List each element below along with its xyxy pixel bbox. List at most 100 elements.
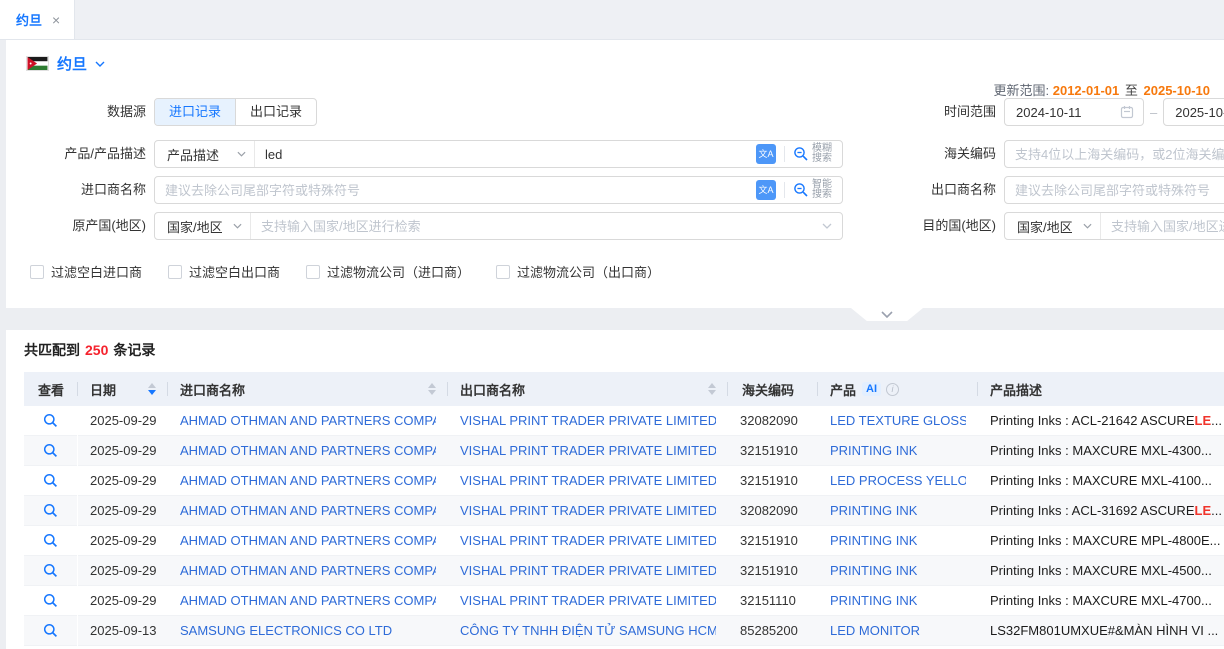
view-magnifier-icon: [43, 593, 58, 608]
product-link[interactable]: LED TEXTURE GLOSS ...: [830, 413, 966, 428]
info-icon[interactable]: i: [886, 383, 899, 396]
table-header: 查看 日期 进口商名称 出口商名称 海关编码 产品 AI i: [24, 372, 1224, 406]
import-records-option[interactable]: 进口记录: [155, 99, 235, 125]
destination-type-select[interactable]: 国家/地区: [1005, 213, 1101, 239]
importer-link[interactable]: AHMAD OTHMAN AND PARTNERS COMPA...: [180, 443, 436, 458]
exporter-link[interactable]: VISHAL PRINT TRADER PRIVATE LIMITED: [460, 443, 716, 458]
sort-control-date[interactable]: [148, 383, 156, 395]
end-date-input[interactable]: 2025-10-10: [1163, 98, 1224, 126]
time-range-label: 时间范围: [826, 98, 996, 126]
importer-link[interactable]: AHMAD OTHMAN AND PARTNERS COMPA...: [180, 413, 436, 428]
chevron-down-icon: [237, 151, 246, 157]
data-source-label: 数据源: [6, 98, 146, 126]
hs-code-cell: 32151910: [728, 526, 818, 556]
checkbox-filter-blank-exporter[interactable]: 过滤空白出口商: [168, 262, 280, 281]
importer-link[interactable]: AHMAD OTHMAN AND PARTNERS COMPA...: [180, 533, 436, 548]
product-link[interactable]: PRINTING INK: [830, 533, 917, 548]
importer-name-input[interactable]: [155, 183, 756, 198]
header-importer-label: 进口商名称: [180, 380, 245, 399]
view-record-button[interactable]: [24, 436, 78, 466]
table-row: 2025-09-29 AHMAD OTHMAN AND PARTNERS COMP…: [24, 556, 1224, 586]
product-link[interactable]: LED MONITOR: [830, 623, 920, 638]
destination-country-input[interactable]: [1101, 219, 1224, 234]
exporter-link[interactable]: VISHAL PRINT TRADER PRIVATE LIMITED: [460, 473, 716, 488]
hs-code-input[interactable]: [1005, 147, 1224, 162]
view-record-button[interactable]: [24, 586, 78, 616]
collapse-panel-handle[interactable]: [851, 308, 923, 321]
importer-link[interactable]: AHMAD OTHMAN AND PARTNERS COMPA...: [180, 503, 436, 518]
date-range-dash: –: [1150, 105, 1157, 120]
summary-suffix: 条记录: [113, 342, 155, 358]
view-record-button[interactable]: [24, 556, 78, 586]
checkbox-filter-logistics-exporter[interactable]: 过滤物流公司（出口商）: [496, 262, 660, 281]
calendar-icon[interactable]: [1120, 105, 1134, 119]
table-row: 2025-09-29AHMAD OTHMAN AND PARTNERS COMP…: [24, 466, 1224, 496]
export-records-option[interactable]: 出口记录: [235, 99, 316, 125]
chevron-down-icon: [1083, 223, 1092, 229]
summary-prefix: 共匹配到: [24, 342, 80, 358]
description-cell: Printing Inks : MAXCURE MXL-4100...: [978, 466, 1224, 496]
product-link[interactable]: PRINTING INK: [830, 563, 917, 578]
hs-code-cell: 32082090: [728, 496, 818, 526]
view-magnifier-icon: [43, 413, 58, 428]
header-date[interactable]: 日期: [78, 372, 168, 406]
date-cell: 2025-09-29: [78, 556, 168, 586]
chevron-down-icon: [233, 223, 242, 229]
header-exporter[interactable]: 出口商名称: [448, 372, 728, 406]
date-cell: 2025-09-29: [78, 586, 168, 616]
product-type-select[interactable]: 产品描述: [155, 141, 255, 167]
exporter-name-input[interactable]: [1005, 183, 1224, 198]
table-row: 2025-09-29 AHMAD OTHMAN AND PARTNERS COMP…: [24, 496, 1224, 526]
description-cell: Printing Inks : MAXCURE MXL-4300...: [978, 436, 1224, 466]
checkbox-box: [30, 265, 44, 279]
checkbox-filter-blank-importer[interactable]: 过滤空白进口商: [30, 262, 142, 281]
importer-link[interactable]: AHMAD OTHMAN AND PARTNERS COMPA...: [180, 563, 436, 578]
hs-code-cell: 32082090: [728, 406, 818, 436]
view-record-button[interactable]: [24, 616, 78, 646]
sort-caret-up: [428, 383, 436, 388]
update-range-start: 2012-01-01: [1053, 83, 1120, 98]
update-range-label: 更新范围:: [993, 83, 1049, 98]
view-record-button[interactable]: [24, 466, 78, 496]
importer-link[interactable]: AHMAD OTHMAN AND PARTNERS COMPA...: [180, 593, 436, 608]
product-link[interactable]: LED PROCESS YELLOW...: [830, 473, 966, 488]
update-range-to: 至: [1125, 83, 1138, 98]
exporter-link[interactable]: VISHAL PRINT TRADER PRIVATE LIMITED: [460, 563, 716, 578]
translate-icon[interactable]: 文A: [756, 180, 776, 200]
origin-country-input[interactable]: [251, 219, 822, 234]
origin-type-select[interactable]: 国家/地区: [155, 213, 251, 239]
importer-link[interactable]: AHMAD OTHMAN AND PARTNERS COMPA...: [180, 473, 436, 488]
close-icon[interactable]: ×: [52, 13, 60, 27]
header-importer[interactable]: 进口商名称: [168, 372, 448, 406]
product-link[interactable]: PRINTING INK: [830, 503, 917, 518]
description-cell: Printing Inks : MAXCURE MXL-4500...: [978, 556, 1224, 586]
date-cell: 2025-09-29: [78, 496, 168, 526]
importer-link[interactable]: SAMSUNG ELECTRONICS CO LTD: [180, 623, 392, 638]
view-record-button[interactable]: [24, 406, 78, 436]
product-label: 产品/产品描述: [6, 140, 146, 168]
country-selector[interactable]: 约旦: [26, 53, 105, 74]
sort-control-exporter[interactable]: [708, 383, 716, 395]
product-link[interactable]: PRINTING INK: [830, 443, 917, 458]
description-cell: Printing Inks : MAXCURE MXL-4700...: [978, 586, 1224, 616]
sort-caret-down: [428, 390, 436, 395]
view-record-button[interactable]: [24, 526, 78, 556]
translate-icon[interactable]: 文A: [756, 144, 776, 164]
exporter-link[interactable]: VISHAL PRINT TRADER PRIVATE LIMITED: [460, 593, 716, 608]
exporter-link[interactable]: VISHAL PRINT TRADER PRIVATE LIMITED: [460, 413, 716, 428]
checkbox-filter-logistics-importer[interactable]: 过滤物流公司（进口商）: [306, 262, 470, 281]
header-description: 产品描述: [978, 372, 1224, 406]
exporter-link[interactable]: VISHAL PRINT TRADER PRIVATE LIMITED: [460, 533, 716, 548]
view-record-button[interactable]: [24, 496, 78, 526]
exporter-link[interactable]: CÔNG TY TNHH ĐIỆN TỬ SAMSUNG HCMC...: [460, 623, 716, 638]
checkbox-box: [306, 265, 320, 279]
sort-control-importer[interactable]: [428, 383, 436, 395]
start-date-input[interactable]: 2024-10-11: [1004, 98, 1144, 126]
description-cell: Printing Inks : MAXCURE MPL-4800E...: [978, 526, 1224, 556]
product-search-input[interactable]: [255, 147, 756, 162]
table-body: 2025-09-29 AHMAD OTHMAN AND PARTNERS COMP…: [24, 406, 1224, 646]
data-source-segment: 进口记录 出口记录: [154, 98, 317, 126]
product-link[interactable]: PRINTING INK: [830, 593, 917, 608]
tab-jordan[interactable]: 约旦 ×: [0, 0, 75, 39]
exporter-link[interactable]: VISHAL PRINT TRADER PRIVATE LIMITED: [460, 503, 716, 518]
